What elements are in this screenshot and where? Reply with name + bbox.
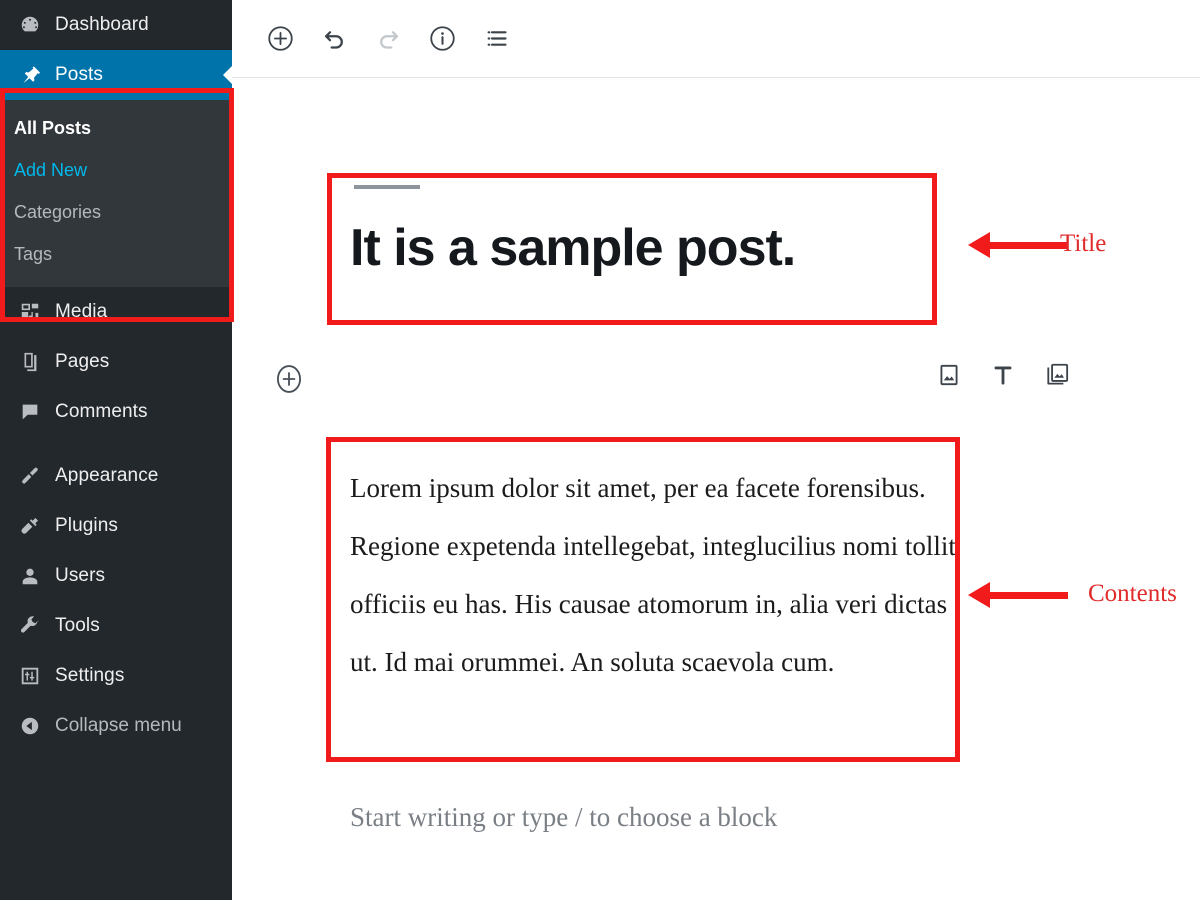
admin-sidebar: Dashboard Posts All Posts Add New Catego…	[0, 0, 232, 900]
annotation-label-contents: Contents	[1088, 580, 1177, 607]
collapse-arrow-icon	[14, 715, 46, 737]
user-icon	[14, 563, 46, 589]
block-inserter-row	[232, 355, 1200, 405]
annotation-arrow-contents	[968, 582, 1068, 608]
sidebar-item-label: Plugins	[55, 515, 119, 536]
editor-toolbar	[232, 0, 1200, 78]
submenu-item-label: All Posts	[14, 117, 92, 138]
settings-icon	[14, 663, 46, 689]
arrow-shaft	[990, 241, 1068, 249]
sidebar-item-comments[interactable]: Comments	[0, 387, 232, 437]
list-view-button[interactable]	[472, 15, 520, 63]
brush-icon	[14, 463, 46, 489]
sidebar-item-label: Settings	[55, 665, 125, 686]
empty-block-placeholder[interactable]: Start writing or type / to choose a bloc…	[350, 801, 970, 833]
sidebar-item-label: Posts	[55, 64, 104, 85]
comments-icon	[14, 399, 46, 425]
annotation-label-title: Title	[1060, 230, 1107, 257]
arrow-head-icon	[968, 232, 990, 258]
block-shortcut-icons	[936, 361, 1072, 389]
sidebar-item-settings[interactable]: Settings	[0, 651, 232, 701]
sidebar-item-dashboard[interactable]: Dashboard	[0, 0, 232, 50]
sidebar-item-tools[interactable]: Tools	[0, 601, 232, 651]
add-block-button[interactable]	[256, 15, 304, 63]
sidebar-item-users[interactable]: Users	[0, 551, 232, 601]
arrow-shaft	[990, 591, 1068, 599]
sidebar-item-tags[interactable]: Tags	[0, 233, 232, 275]
post-title-field[interactable]: It is a sample post.	[350, 221, 1050, 276]
sidebar-item-label: Dashboard	[55, 14, 149, 35]
sidebar-item-posts[interactable]: Posts	[0, 50, 232, 100]
post-content-paragraph[interactable]: Lorem ipsum dolor sit amet, per ea facet…	[350, 459, 960, 691]
redo-button[interactable]	[364, 15, 412, 63]
paragraph-block-icon[interactable]	[990, 362, 1016, 388]
pages-icon	[14, 349, 46, 375]
sidebar-item-appearance[interactable]: Appearance	[0, 451, 232, 501]
submenu-item-label: Tags	[14, 243, 53, 264]
sidebar-item-label: Tools	[55, 615, 100, 636]
sidebar-item-label: Media	[55, 301, 108, 322]
collapse-menu-label: Collapse menu	[55, 715, 182, 736]
dashboard-icon	[14, 12, 46, 38]
submenu-arrow-icon	[223, 66, 232, 84]
submenu-item-label: Categories	[14, 201, 102, 222]
media-icon	[14, 299, 46, 325]
arrow-head-icon	[968, 582, 990, 608]
menu-divider	[0, 437, 232, 451]
pin-icon	[14, 62, 46, 88]
wrench-icon	[14, 613, 46, 639]
sidebar-item-media[interactable]: Media	[0, 287, 232, 337]
sidebar-item-label: Users	[55, 565, 106, 586]
collapse-menu-button[interactable]: Collapse menu	[0, 701, 232, 751]
editor-canvas: It is a sample post. Lorem ipsum dolor s…	[232, 78, 1200, 900]
submenu-item-label: Add New	[14, 159, 88, 180]
sidebar-item-pages[interactable]: Pages	[0, 337, 232, 387]
sidebar-item-add-new[interactable]: Add New	[0, 149, 232, 191]
annotation-arrow-title	[968, 232, 1068, 258]
posts-submenu: All Posts Add New Categories Tags	[0, 100, 232, 287]
sidebar-item-label: Comments	[55, 401, 148, 422]
image-block-icon[interactable]	[936, 362, 962, 388]
sidebar-item-label: Appearance	[55, 465, 159, 486]
sidebar-item-plugins[interactable]: Plugins	[0, 501, 232, 551]
sidebar-item-label: Pages	[55, 351, 110, 372]
details-button[interactable]	[418, 15, 466, 63]
sidebar-item-categories[interactable]: Categories	[0, 191, 232, 233]
gallery-block-icon[interactable]	[1044, 361, 1072, 389]
title-decorator	[354, 185, 420, 189]
undo-button[interactable]	[310, 15, 358, 63]
plug-icon	[14, 513, 46, 539]
editor-main: It is a sample post. Lorem ipsum dolor s…	[232, 0, 1200, 900]
sidebar-item-all-posts[interactable]: All Posts	[0, 107, 232, 149]
block-inserter-button[interactable]	[274, 363, 304, 400]
